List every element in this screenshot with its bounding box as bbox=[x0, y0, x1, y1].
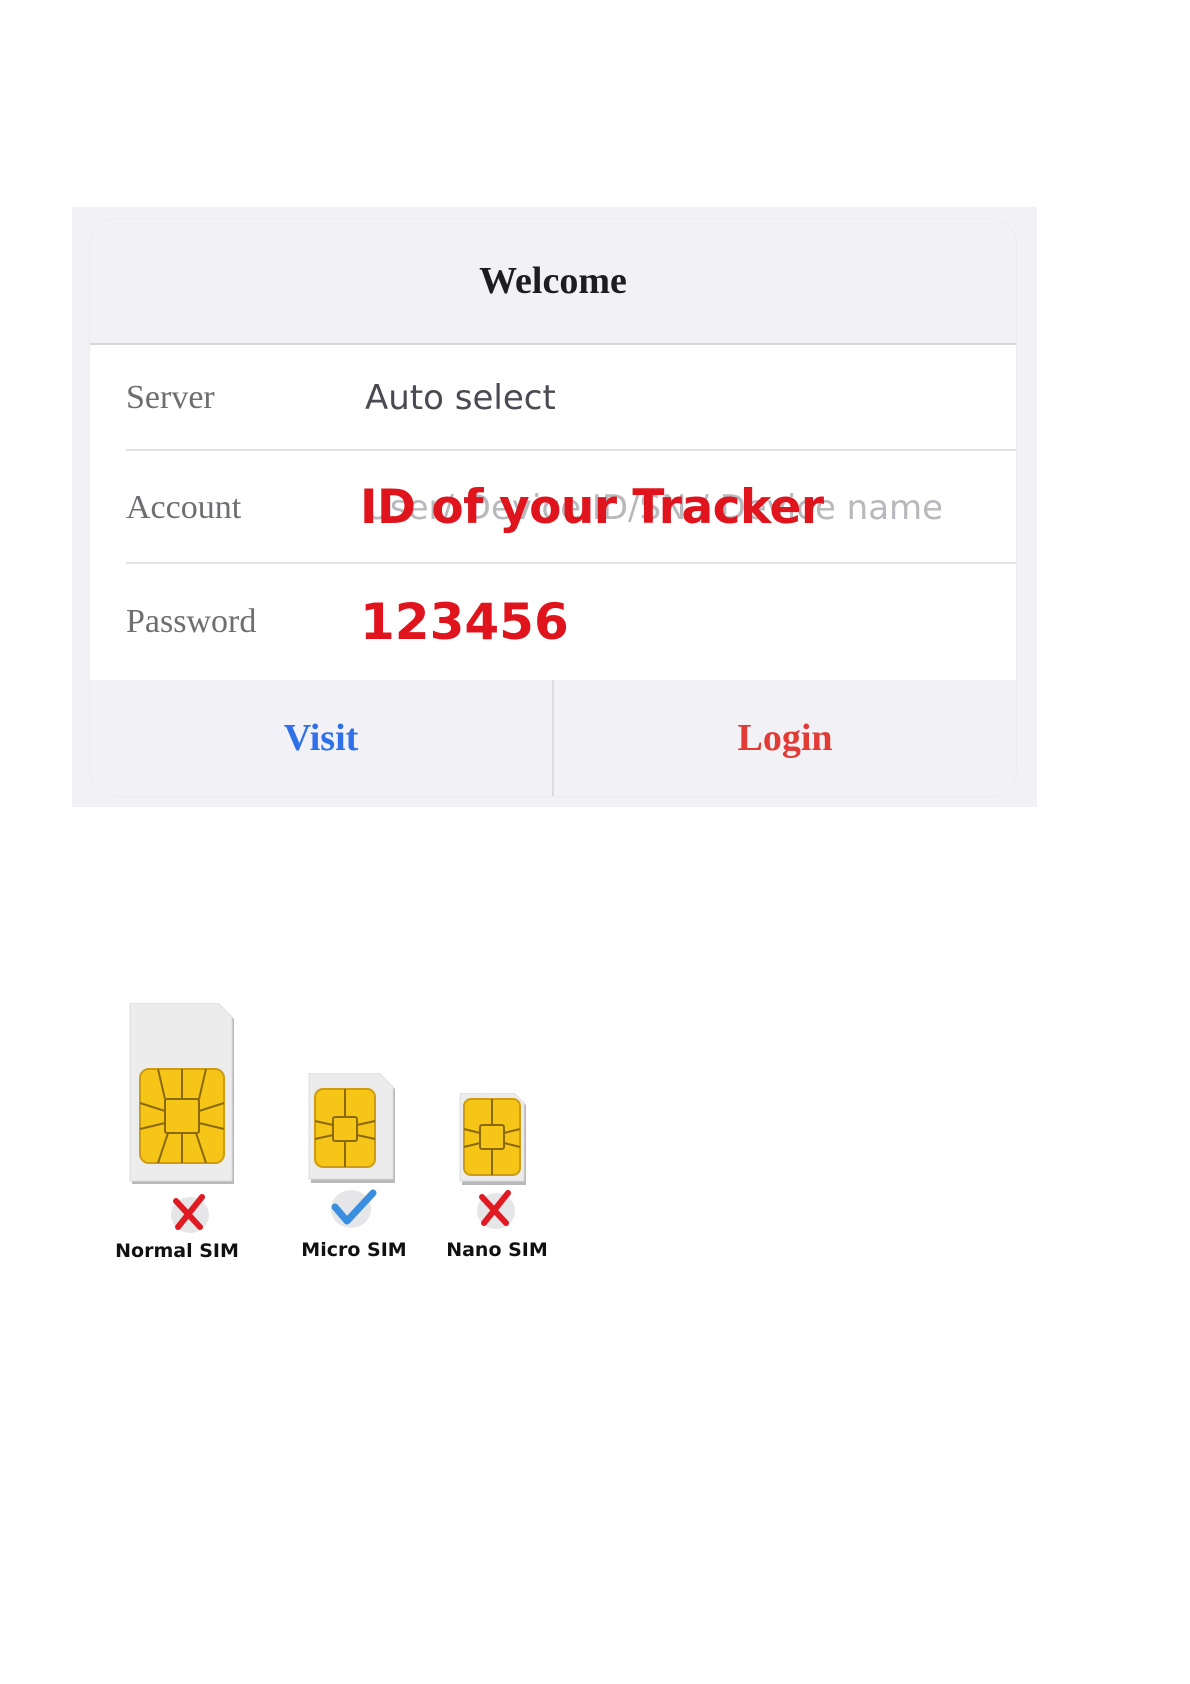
sim-label: Normal SIM bbox=[115, 1240, 239, 1262]
sim-card-nano-icon bbox=[459, 1093, 526, 1185]
cross-icon bbox=[171, 1194, 209, 1233]
sim-label: Micro SIM bbox=[301, 1239, 407, 1261]
sim-micro: Micro SIM bbox=[295, 1073, 425, 1293]
sim-nano: Nano SIM bbox=[440, 1093, 560, 1293]
sim-card-micro-icon bbox=[308, 1073, 395, 1183]
sim-card-normal-icon bbox=[129, 1003, 234, 1184]
sim-normal: Normal SIM bbox=[112, 1003, 252, 1283]
sim-size-guide: Normal SIM Micro SIM Nano SIM bbox=[0, 0, 1190, 1684]
sim-label: Nano SIM bbox=[446, 1239, 548, 1261]
cross-icon bbox=[477, 1190, 515, 1229]
check-icon bbox=[331, 1189, 377, 1228]
